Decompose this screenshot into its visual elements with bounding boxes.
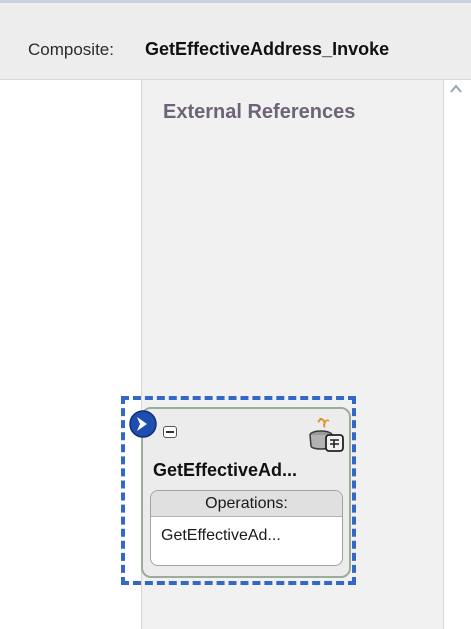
panel-title: External References (163, 101, 356, 123)
java-cup-reference-icon (303, 417, 345, 454)
chevron-up-icon[interactable] (449, 82, 463, 96)
operations-header: Operations: (151, 491, 342, 517)
reference-name: GetEffectiveAd... (153, 460, 298, 480)
composite-label: Composite: (28, 40, 114, 59)
operation-item[interactable]: GetEffectiveAd... (151, 527, 342, 545)
exposed-services-lane (0, 80, 141, 629)
composite-header: Composite: GetEffectiveAddress_Invoke (0, 0, 471, 80)
scroll-gutter (444, 80, 471, 629)
minus-box-icon[interactable] (163, 426, 177, 438)
composite-name: GetEffectiveAddress_Invoke (145, 39, 390, 59)
operations-box: Operations: GetEffectiveAd... (150, 490, 343, 566)
chevron-right-circle-icon[interactable] (128, 409, 158, 439)
